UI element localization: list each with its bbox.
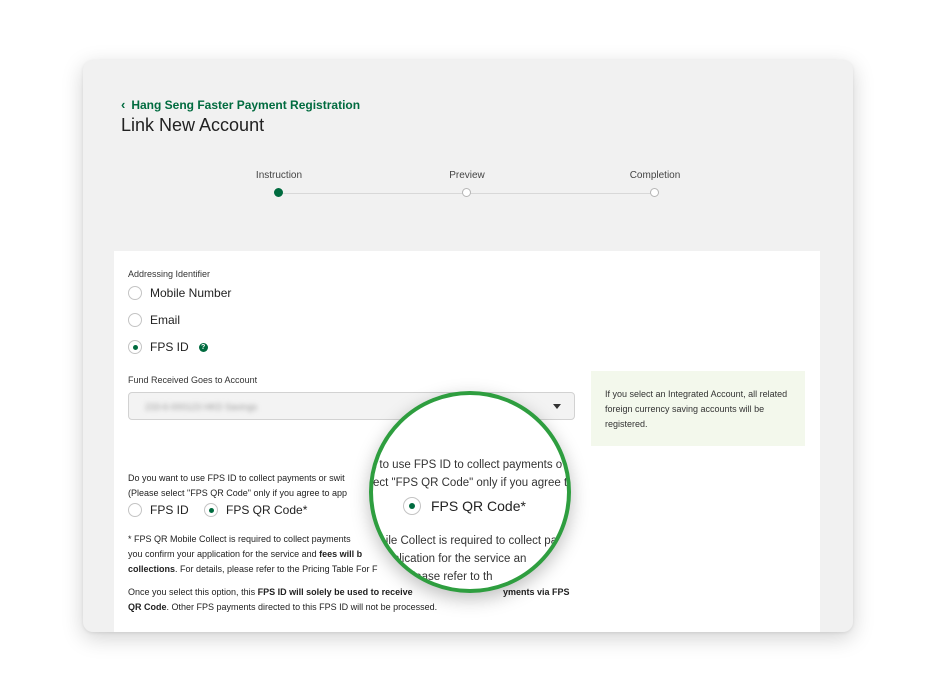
usage-note-line1-right: yments via FPS — [503, 585, 570, 600]
radio-label: FPS ID — [150, 340, 189, 354]
collect-question: Do you want to use FPS ID to collect pay… — [128, 471, 347, 501]
progress-stepper: Instruction Preview Completion — [83, 170, 853, 210]
footnote-line2-bold: fees will b — [319, 549, 363, 559]
addressing-identifier-label: Addressing Identifier — [128, 269, 211, 279]
radio-circle — [403, 497, 421, 515]
radio-label: FPS QR Code* — [226, 503, 308, 517]
step-completion: Completion — [595, 170, 715, 197]
step-label: Completion — [629, 170, 681, 181]
usage-note-line2-text: . Other FPS payments directed to this FP… — [166, 602, 438, 612]
radio-label: Email — [150, 313, 181, 327]
magnifier-radio-label: FPS QR Code* — [431, 498, 526, 514]
footnote-line2: you confirm your application for the ser… — [128, 549, 320, 559]
usage-note-line2: QR Code. Other FPS payments directed to … — [128, 600, 437, 615]
step-dot — [650, 188, 659, 197]
account-select-value: 233-6-000123 HKD Savings — [145, 402, 258, 412]
chevron-left-icon: ‹ — [121, 97, 126, 112]
step-instruction: Instruction — [219, 170, 339, 197]
radio-circle[interactable] — [128, 313, 142, 327]
magnifier-line4: r application for the service an — [373, 553, 527, 565]
radio-collect-fps-id[interactable]: FPS ID — [128, 503, 189, 517]
radio-email[interactable]: Email — [128, 313, 180, 327]
radio-circle[interactable] — [128, 286, 142, 300]
footnote-line3: . For details, please refer to the Prici… — [175, 564, 378, 574]
magnifier-radio-fps-qr-code: FPS QR Code* — [403, 497, 526, 515]
usage-note-line1-right-bold: yments via FPS — [503, 587, 570, 597]
magnifier-callout: t to use FPS ID to collect payments o ec… — [369, 391, 571, 593]
footnote-line1: * FPS QR Mobile Collect is required to c… — [128, 534, 351, 544]
step-preview: Preview — [407, 170, 527, 197]
account-label: Fund Received Goes to Account — [128, 375, 258, 385]
footnote-line3-bold: collections — [128, 564, 176, 574]
radio-mobile-number[interactable]: Mobile Number — [128, 286, 231, 300]
collect-question-line2: (Please select "FPS QR Code" only if you… — [128, 488, 348, 498]
fps-id-usage-note: Once you select this option, this FPS ID… — [128, 585, 413, 600]
magnifier-line3: obile Collect is required to collect pa — [373, 535, 558, 547]
radio-label: Mobile Number — [150, 286, 232, 300]
integrated-account-note: If you select an Integrated Account, all… — [591, 371, 805, 446]
step-dot — [274, 188, 283, 197]
fps-qr-footnote: * FPS QR Mobile Collect is required to c… — [128, 532, 377, 577]
step-label: Instruction — [255, 170, 303, 181]
caret-down-icon — [553, 404, 561, 409]
back-link[interactable]: ‹ Hang Seng Faster Payment Registration — [121, 97, 360, 112]
usage-note-line2-bold: QR Code — [128, 602, 167, 612]
radio-circle[interactable] — [204, 503, 218, 517]
step-label: Preview — [449, 170, 485, 181]
radio-circle[interactable] — [128, 340, 142, 354]
step-connector — [467, 193, 655, 194]
step-dot — [462, 188, 471, 197]
usage-note-line1: Once you select this option, this — [128, 587, 258, 597]
usage-note-line1-bold: FPS ID will solely be used to receive — [257, 587, 413, 597]
radio-label: FPS ID — [150, 503, 189, 517]
help-icon[interactable]: ? — [198, 342, 208, 352]
magnifier-line5: etails, please refer to th — [373, 571, 493, 583]
radio-fps-id[interactable]: FPS ID ? — [128, 340, 208, 354]
back-link-label: Hang Seng Faster Payment Registration — [131, 97, 361, 112]
magnifier-line2: ect "FPS QR Code" only if you agree to — [373, 477, 571, 489]
collect-question-line1: Do you want to use FPS ID to collect pay… — [128, 473, 345, 483]
step-connector — [279, 193, 467, 194]
page-title: Link New Account — [121, 115, 265, 135]
radio-collect-fps-qr-code[interactable]: FPS QR Code* — [204, 503, 307, 517]
magnifier-line1: t to use FPS ID to collect payments o — [373, 459, 563, 471]
radio-circle[interactable] — [128, 503, 142, 517]
